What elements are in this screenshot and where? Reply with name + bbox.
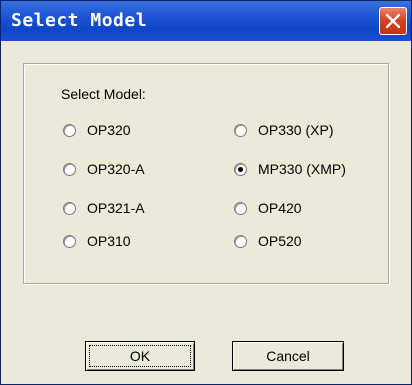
radio-label: OP420	[258, 200, 302, 216]
window-title: Select Model	[11, 10, 148, 31]
close-button[interactable]	[379, 7, 407, 35]
cancel-button[interactable]: Cancel	[232, 341, 344, 371]
title-bar[interactable]: Select Model	[1, 1, 411, 41]
radio-circle[interactable]	[234, 124, 247, 137]
radio-label: OP310	[87, 233, 131, 249]
radio-circle-selected[interactable]	[234, 163, 247, 176]
ok-button[interactable]: OK	[85, 341, 195, 371]
radio-label: OP520	[258, 233, 302, 249]
radio-label: OP321-A	[87, 200, 145, 216]
radio-circle[interactable]	[63, 163, 76, 176]
radio-label: OP330 (XP)	[258, 122, 334, 138]
close-icon	[386, 14, 400, 28]
radio-label: OP320	[87, 122, 131, 138]
radio-circle[interactable]	[63, 124, 76, 137]
radio-label: OP320-A	[87, 161, 145, 177]
radio-circle[interactable]	[63, 235, 76, 248]
radio-circle[interactable]	[234, 202, 247, 215]
select-model-dialog: Select Model Select Model: OP320 OP320-A…	[0, 0, 412, 385]
radio-label: MP330 (XMP)	[258, 161, 346, 177]
group-label: Select Model:	[61, 86, 146, 102]
radio-circle[interactable]	[63, 202, 76, 215]
radio-circle[interactable]	[234, 235, 247, 248]
